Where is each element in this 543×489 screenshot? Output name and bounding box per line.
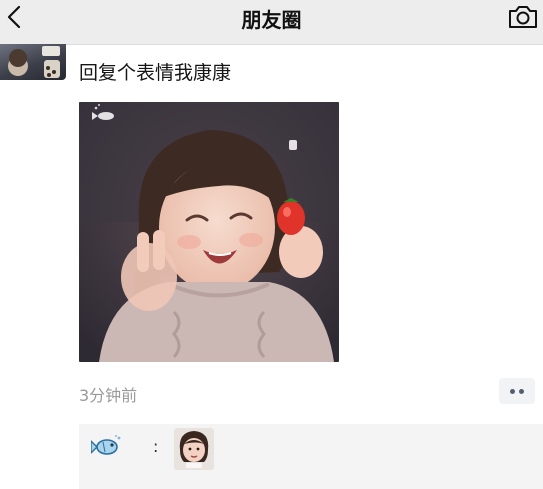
top-nav-bar: 朋友圈 — [0, 0, 543, 45]
camera-button[interactable] — [507, 2, 539, 32]
two-dots-icon — [519, 389, 524, 394]
fish-icon[interactable] — [90, 434, 123, 458]
child-face-sticker-icon[interactable] — [174, 428, 214, 470]
post-timestamp: 3分钟前 — [79, 386, 138, 405]
two-dots-icon — [510, 389, 515, 394]
page-title: 朋友圈 — [241, 8, 302, 32]
more-actions-button[interactable] — [499, 378, 535, 404]
comment-separator: : — [153, 437, 159, 456]
comments-section: : — [79, 424, 543, 489]
post-text: 回复个表情我康康 — [79, 62, 232, 84]
poster-avatar[interactable] — [0, 44, 66, 80]
camera-icon — [509, 6, 537, 28]
post-image[interactable] — [79, 102, 339, 362]
